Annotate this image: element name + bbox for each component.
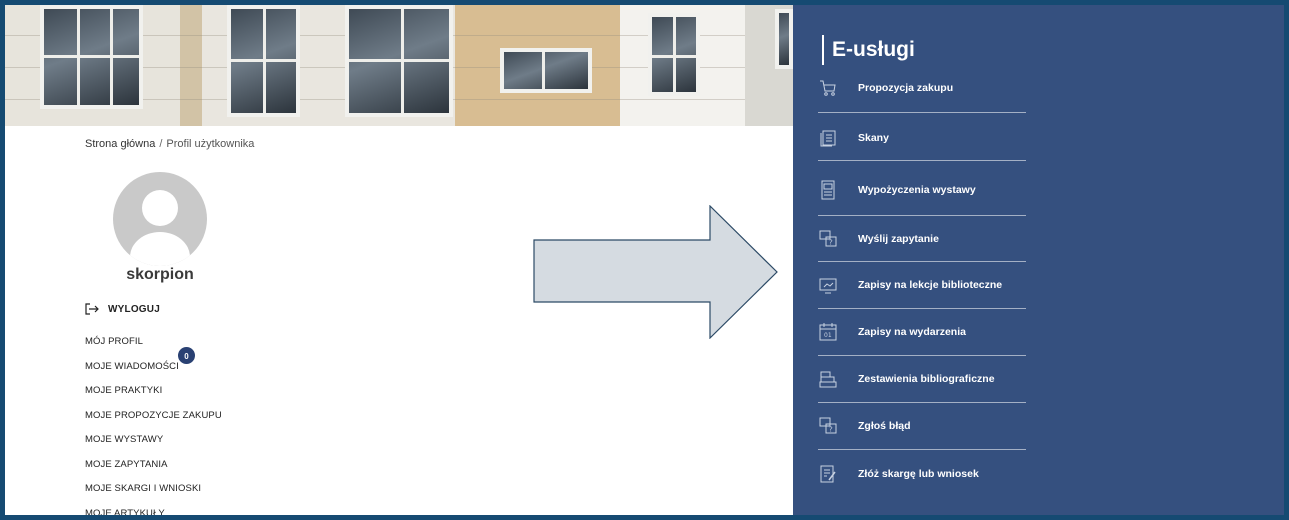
eservice-label: Wypożyczenia wystawy bbox=[858, 184, 976, 196]
pages-icon bbox=[820, 130, 836, 147]
eservice-send-inquiry[interactable]: ? Wyślij zapytanie bbox=[818, 216, 1026, 262]
menu-item-my-internships[interactable]: MOJE PRAKTYKI bbox=[85, 385, 222, 410]
easel-icon bbox=[821, 180, 835, 200]
breadcrumb-home-link[interactable]: Strona główna bbox=[85, 138, 155, 150]
pointer-arrow bbox=[533, 205, 778, 339]
eservice-label: Wyślij zapytanie bbox=[858, 233, 939, 245]
eservice-scans[interactable]: Skany bbox=[818, 115, 1026, 161]
books-icon bbox=[819, 371, 837, 388]
screen-icon bbox=[819, 278, 837, 294]
eservice-label: Zestawienia bibliograficzne bbox=[858, 373, 995, 385]
svg-text:?: ? bbox=[829, 426, 833, 434]
menu-item-my-articles[interactable]: MOJE ARTYKUŁY bbox=[85, 508, 222, 520]
menu-item-my-inquiries[interactable]: MOJE ZAPYTANIA bbox=[85, 459, 222, 484]
question-chat-icon: ? bbox=[819, 230, 837, 247]
menu-item-my-complaints[interactable]: MOJE SKARGI I WNIOSKI bbox=[85, 483, 222, 508]
eservices-panel: E-usługi Propozycja zakupu Skany Wypożyc… bbox=[793, 5, 1284, 515]
svg-text:?: ? bbox=[829, 239, 833, 247]
svg-text:01: 01 bbox=[824, 332, 832, 339]
avatar bbox=[113, 172, 207, 266]
menu-item-my-profile[interactable]: MÓJ PROFIL bbox=[85, 336, 222, 361]
eservice-report-error[interactable]: ? Zgłoś błąd bbox=[818, 403, 1026, 449]
cart-icon bbox=[820, 80, 836, 96]
header-banner-image bbox=[5, 5, 793, 126]
breadcrumb-current: Profil użytkownika bbox=[166, 138, 255, 150]
logout-label: WYLOGUJ bbox=[108, 303, 160, 315]
menu-item-my-exhibitions[interactable]: MOJE WYSTAWY bbox=[85, 434, 222, 459]
eservice-event-registration[interactable]: 01 Zapisy na wydarzenia bbox=[818, 309, 1026, 355]
eservice-exhibition-rentals[interactable]: Wypożyczenia wystawy bbox=[818, 167, 1026, 213]
eservices-title: E-usługi bbox=[822, 35, 915, 65]
eservice-label: Skany bbox=[858, 132, 889, 144]
eservice-complaint[interactable]: Złóż skargę lub wniosek bbox=[818, 451, 1026, 497]
eservice-label: Złóż skargę lub wniosek bbox=[858, 468, 979, 480]
menu-item-my-messages[interactable]: MOJE WIADOMOŚCI bbox=[85, 361, 222, 386]
logout-icon bbox=[85, 303, 99, 315]
calendar-icon: 01 bbox=[819, 323, 837, 341]
menu-item-my-purchase-proposals[interactable]: MOJE PROPOZYCJE ZAKUPU bbox=[85, 410, 222, 435]
eservice-label: Propozycja zakupu bbox=[858, 82, 954, 94]
user-menu: MÓJ PROFIL MOJE WIADOMOŚCI MOJE PRAKTYKI… bbox=[85, 336, 222, 520]
username: skorpion bbox=[126, 266, 194, 283]
eservice-label: Zapisy na wydarzenia bbox=[858, 326, 966, 338]
breadcrumb: Strona główna / Profil użytkownika bbox=[85, 138, 254, 150]
eservice-library-lessons[interactable]: Zapisy na lekcje biblioteczne bbox=[818, 262, 1026, 308]
document-edit-icon bbox=[820, 465, 836, 483]
eservice-label: Zapisy na lekcje biblioteczne bbox=[858, 279, 1003, 291]
logout-button[interactable]: WYLOGUJ bbox=[85, 303, 160, 315]
eservice-bibliographies[interactable]: Zestawienia bibliograficzne bbox=[818, 356, 1026, 402]
eservice-label: Zgłoś błąd bbox=[858, 420, 911, 432]
question-chat-icon: ? bbox=[819, 417, 837, 434]
breadcrumb-separator: / bbox=[159, 138, 163, 150]
eservice-purchase-proposal[interactable]: Propozycja zakupu bbox=[818, 65, 1026, 111]
messages-count-badge: 0 bbox=[177, 346, 196, 365]
